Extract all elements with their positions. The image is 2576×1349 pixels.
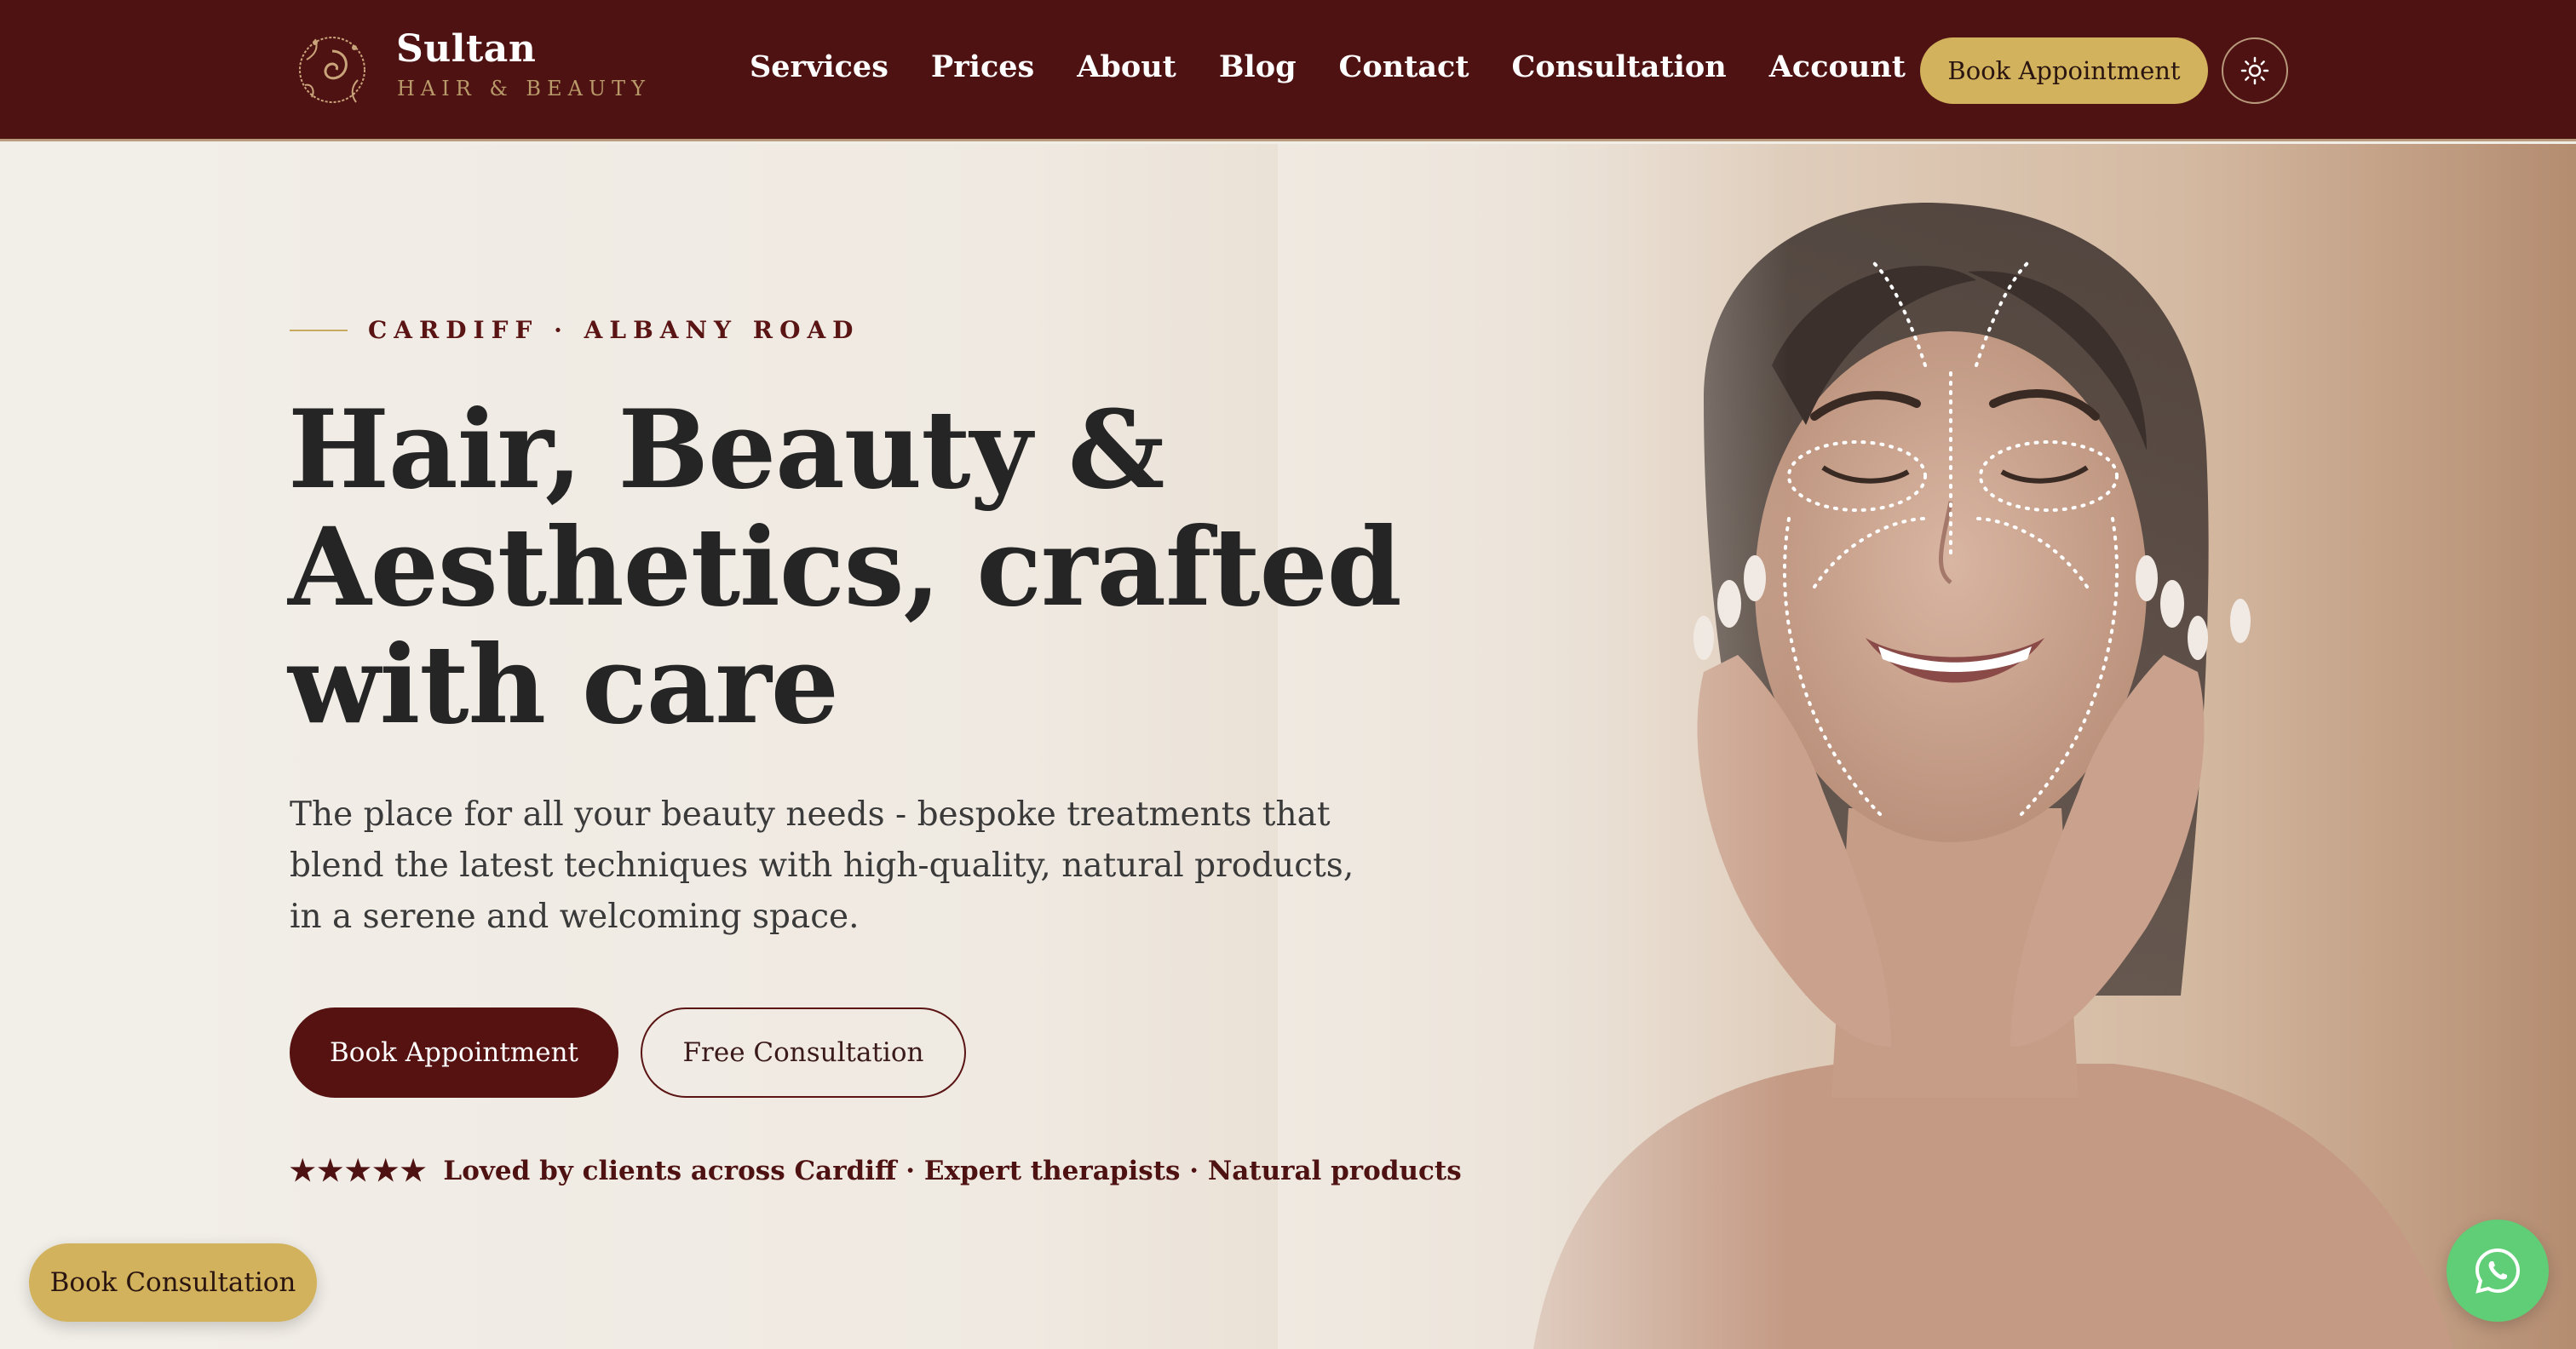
trust-text: Loved by clients across Cardiff · Expert…	[443, 1156, 1462, 1186]
brand-tagline: HAIR & BEAUTY	[397, 77, 651, 100]
logo-icon[interactable]	[290, 26, 375, 111]
theme-toggle-button[interactable]	[2222, 37, 2288, 104]
main-nav: Services Prices About Blog Contact Consu…	[750, 49, 1906, 84]
hero-section: CARDIFF · ALBANY ROAD Hair, Beauty & Aes…	[0, 144, 2576, 1349]
floating-book-consultation-button[interactable]: Book Consultation	[29, 1243, 317, 1322]
rating-stars: ★★★★★	[290, 1154, 428, 1188]
hero-location-eyebrow: CARDIFF · ALBANY ROAD	[368, 316, 860, 344]
eyebrow-divider	[290, 330, 348, 331]
nav-about[interactable]: About	[1077, 49, 1176, 84]
nav-services[interactable]: Services	[750, 49, 888, 84]
hero-subtitle: The place for all your beauty needs - be…	[290, 795, 1354, 936]
whatsapp-button[interactable]	[2447, 1220, 2549, 1322]
header-book-appointment-button[interactable]: Book Appointment	[1920, 37, 2208, 104]
whatsapp-icon	[2475, 1248, 2521, 1294]
sun-icon	[2240, 56, 2269, 85]
nav-contact[interactable]: Contact	[1339, 49, 1469, 84]
nav-blog[interactable]: Blog	[1219, 49, 1297, 84]
free-consultation-button[interactable]: Free Consultation	[641, 1007, 966, 1098]
site-header: Sultan HAIR & BEAUTY Services Prices Abo…	[0, 0, 2576, 141]
trust-line: ★★★★★ Loved by clients across Cardiff · …	[290, 1154, 1462, 1188]
nav-account[interactable]: Account	[1769, 49, 1906, 84]
nav-consultation[interactable]: Consultation	[1512, 49, 1727, 84]
nav-prices[interactable]: Prices	[931, 49, 1034, 84]
hero-title: Hair, Beauty & Aesthetics, crafted with …	[288, 387, 1402, 748]
book-appointment-button[interactable]: Book Appointment	[290, 1007, 618, 1098]
brand-name[interactable]: Sultan	[396, 27, 536, 71]
